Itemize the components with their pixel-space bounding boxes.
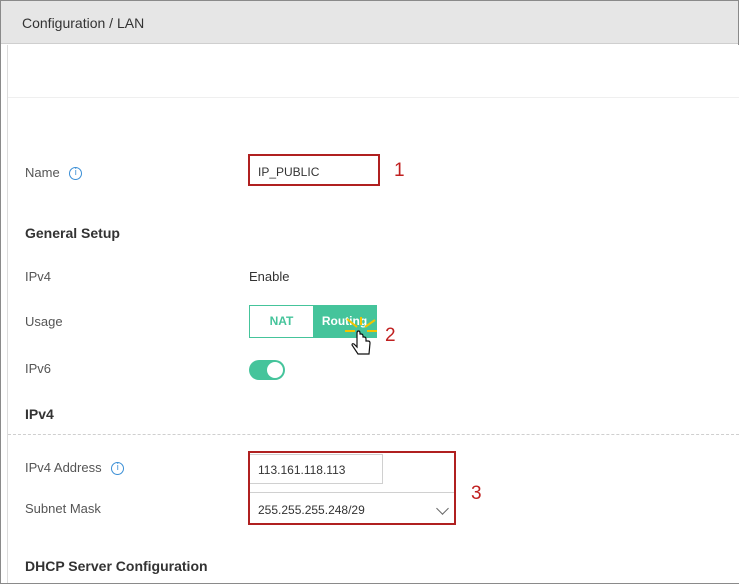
dhcp-section-title: DHCP Server Configuration xyxy=(25,558,208,574)
callout-1: 1 xyxy=(394,160,405,181)
ipv4-value: Enable xyxy=(249,269,290,284)
name-label: Name xyxy=(25,165,60,180)
usage-option-nat[interactable]: NAT xyxy=(250,306,313,337)
subnet-mask-value: 255.255.255.248/29 xyxy=(258,503,365,517)
callout-3: 3 xyxy=(471,483,482,504)
name-label-row: Name i xyxy=(25,165,83,181)
hand-cursor-icon xyxy=(345,317,377,357)
general-setup-title: General Setup xyxy=(25,225,120,241)
ipv4-section-title: IPv4 xyxy=(25,406,54,422)
divider xyxy=(8,97,739,98)
section-divider xyxy=(8,434,739,435)
window-frame: Configuration / LAN Name i IP_PUBLIC 1 G… xyxy=(0,0,739,584)
subnet-mask-label: Subnet Mask xyxy=(25,501,101,516)
ipv6-label: IPv6 xyxy=(25,361,52,376)
chevron-down-icon xyxy=(436,502,449,515)
config-panel: Name i IP_PUBLIC 1 General Setup IPv4 En… xyxy=(7,45,739,583)
subnet-mask-select[interactable]: 255.255.255.248/29 xyxy=(248,492,456,525)
info-icon[interactable]: i xyxy=(69,167,83,181)
ipv4-address-input[interactable]: 113.161.118.113 xyxy=(248,454,383,484)
page-title: Configuration / LAN xyxy=(22,15,145,31)
info-icon[interactable]: i xyxy=(111,462,125,476)
name-input[interactable]: IP_PUBLIC xyxy=(248,154,380,186)
ipv4-address-label: IPv4 Address xyxy=(25,460,102,475)
ipv6-toggle[interactable] xyxy=(249,360,285,380)
ipv4-address-label-row: IPv4 Address i xyxy=(25,460,125,476)
usage-label: Usage xyxy=(25,314,63,329)
toggle-knob xyxy=(267,362,283,378)
title-bar: Configuration / LAN xyxy=(1,1,738,44)
ipv4-label: IPv4 xyxy=(25,269,52,284)
callout-2: 2 xyxy=(385,325,396,346)
